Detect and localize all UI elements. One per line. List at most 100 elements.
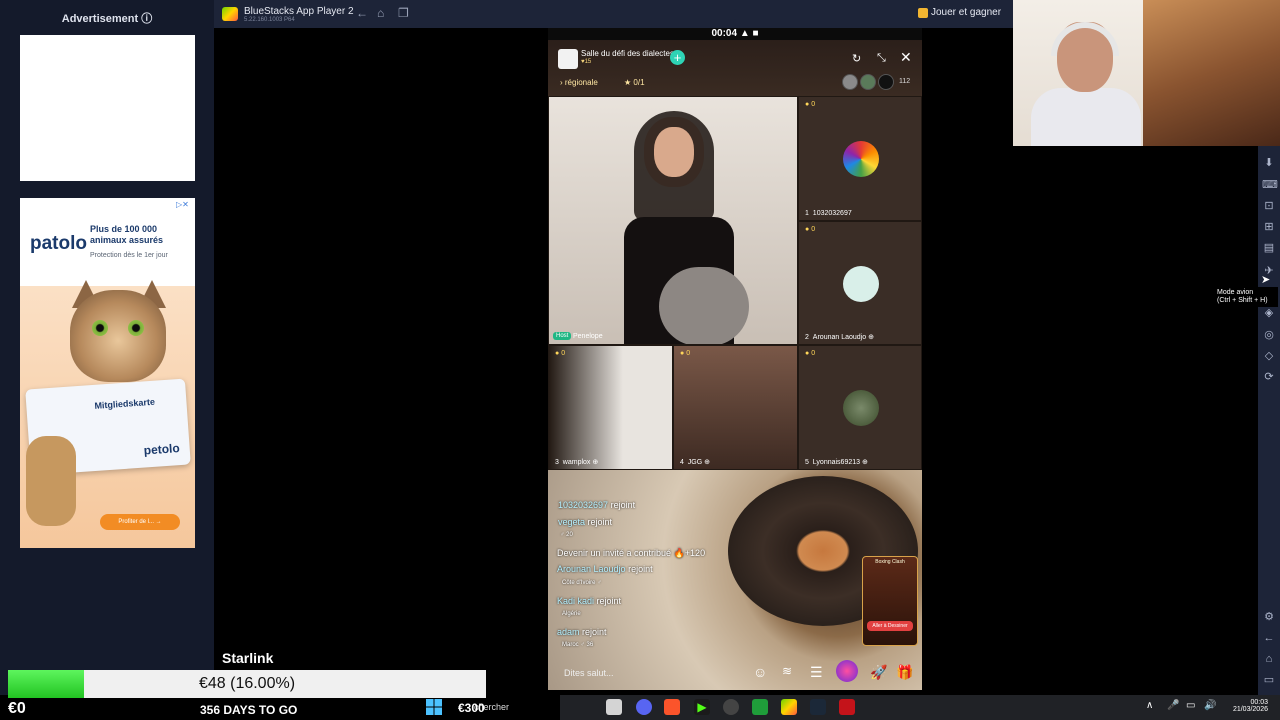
discord-icon[interactable] [636,699,652,715]
windows-start-icon[interactable] [426,699,442,715]
record-icon[interactable]: ⊞ [1262,220,1276,234]
patolo-headline: Plus de 100 000 animaux assurés [90,224,164,245]
tray-overflow-icon[interactable]: ∧ [1146,700,1153,711]
advertisement-blank[interactable] [20,35,195,181]
room-header: Salle du défi des dialectes ♥15 + ↻ ⤡ ✕ … [548,40,922,96]
obs-icon[interactable] [723,699,739,715]
location-icon[interactable]: ◎ [1262,328,1276,342]
bluestacks-taskbar-icon[interactable] [781,699,797,715]
clock-time: 00:03 [1250,699,1268,706]
airplane-mode-tooltip: Mode avion (Ctrl + Shift + H) [1214,287,1278,307]
close-icon[interactable]: ✕ [900,49,912,66]
brave-icon[interactable] [664,699,680,715]
macro-icon[interactable]: ⟳ [1262,370,1276,384]
recent-apps-icon[interactable]: ▭ [1262,673,1276,687]
adchoices-icon[interactable]: ▷✕ [176,200,189,209]
streamer [1031,22,1141,146]
network-icon[interactable]: ▭ [1186,700,1195,711]
patolo-logo: patolo [30,233,87,254]
screenshot-icon[interactable]: ⊡ [1262,199,1276,213]
viewer-avatar[interactable] [860,74,876,90]
room-level[interactable]: ★ 0/1 [624,78,645,87]
home-icon[interactable]: ⌂ [377,6,384,20]
steam-icon[interactable] [810,699,826,715]
settings-icon[interactable]: ⚙ [1262,610,1276,624]
patolo-cta-button[interactable]: Profiter de l... → [100,514,180,530]
host-face-front [654,127,694,177]
cat-eye-right [128,320,144,336]
play-and-earn-button[interactable]: Jouer et gagner [931,7,1001,18]
seat-label: 1 1032032697 [805,210,852,217]
advertisement-header: Advertisement ⓘ [61,13,153,25]
promo-button[interactable]: Aller à Dessiner [867,621,913,631]
chat-message: 1032032697 rejoint [558,500,636,510]
chat-message: adam rejoint [557,627,607,637]
patolo-subline: Protection dès le 1er jour [90,252,168,259]
chat-message: Devenir un invité a contribué 🔥+120 [557,548,706,558]
emoji-icon[interactable]: ☺ [753,664,767,680]
seat-coins: ● 0 [555,350,566,357]
chat-input[interactable]: Dites salut... [564,668,614,678]
gift-icon[interactable]: 🎁 [896,664,913,681]
seat-4[interactable]: ● 0 4 JGG ⊕ [673,345,798,470]
patolo-advertisement[interactable]: ▷✕ patolo Plus de 100 000 animaux assuré… [20,198,195,548]
seat-coins: ● 0 [805,350,816,357]
file-explorer-icon[interactable] [606,699,622,715]
seat-label: 3 wamplox ⊕ [555,459,599,466]
host-seat[interactable]: Host Penelope [548,96,798,345]
clock-date: 21/03/2026 [1232,706,1268,713]
media-folder-icon[interactable]: ▤ [1262,241,1276,255]
room-category-tag[interactable]: › régionale [560,78,598,87]
chat-message: Arounan Laoudjo rejoint [557,564,653,574]
room-likes: ♥15 [581,59,592,65]
spreadsheet-icon[interactable] [752,699,768,715]
media-player-icon[interactable] [839,699,855,715]
follow-room-button[interactable]: + [670,50,685,65]
seat-label: 5 Lyonnais69213 ⊕ [805,459,868,466]
volume-icon[interactable]: 🔊 [1204,700,1216,711]
menu-icon[interactable]: ☰ [810,664,823,681]
system-clock[interactable]: 00:03 21/03/2026 [1218,699,1268,713]
event-promo-widget[interactable]: Boxing Clash Aller à Dessiner [862,556,918,646]
tabs-icon[interactable]: ❐ [398,6,409,20]
rocket-icon[interactable]: 🚀 [870,664,887,681]
seat-coins: ● 0 [805,226,816,233]
viewer-count[interactable]: 112 [899,78,910,85]
install-apk-icon[interactable]: ⬇ [1262,156,1276,170]
chat-message: vegeta rejoint [558,517,613,527]
layers-icon[interactable]: ◇ [1262,349,1276,363]
headset-icon [1051,22,1119,56]
seat-3[interactable]: ● 0 3 wamplox ⊕ [548,345,673,470]
back-icon[interactable]: ← [1262,631,1276,645]
play-and-earn-icon [918,8,928,18]
bluestacks-title: BlueStacks App Player 2 [244,6,354,17]
sidebar-icons: ⬇ ⌨ ⊡ ⊞ ▤ ✈ ◈ ◎ ◇ ⟳ ⚙ ← ⌂ ▭ [1258,146,1280,695]
seat-2[interactable]: ● 0 2 Arounan Laoudjo ⊕ [798,221,922,345]
viewer-avatar[interactable] [878,74,894,90]
home-icon[interactable]: ⌂ [1262,652,1276,666]
microphone-icon[interactable]: 🎤 [1167,700,1179,711]
status-icons: ▲ ■ [739,28,759,39]
voice-icon[interactable]: ≋ [782,664,792,678]
room-thumbnail[interactable] [558,49,578,69]
room-title[interactable]: Salle du défi des dialectes [581,49,674,58]
kick-icon[interactable]: ▶ [694,699,710,715]
mouse-cursor-icon: ➤ [1261,274,1271,286]
minimize-icon[interactable]: ⤡ [877,52,886,65]
seat-1[interactable]: ● 0 1 1032032697 [798,96,922,221]
viewer-avatar[interactable] [842,74,858,90]
member-card-brand: petolo [143,441,181,458]
host-knees [659,267,749,344]
event-icon[interactable] [836,660,858,682]
eco-mode-icon[interactable]: ◈ [1262,306,1276,320]
refresh-icon[interactable]: ↻ [852,52,861,65]
seat-coins: ● 0 [680,350,691,357]
gamepad-icon[interactable]: ⌨ [1262,178,1278,192]
seat-avatar [843,266,879,302]
seat-5[interactable]: ● 0 5 Lyonnais69213 ⊕ [798,345,922,470]
cat-eye-left [92,320,108,336]
goal-target-value: €300 [458,701,485,715]
chat-user-meta: Côte d'Ivoire ♂ [562,580,602,586]
chat-user-meta: Algérie [562,611,581,617]
back-arrow-icon[interactable]: ← [356,6,368,20]
